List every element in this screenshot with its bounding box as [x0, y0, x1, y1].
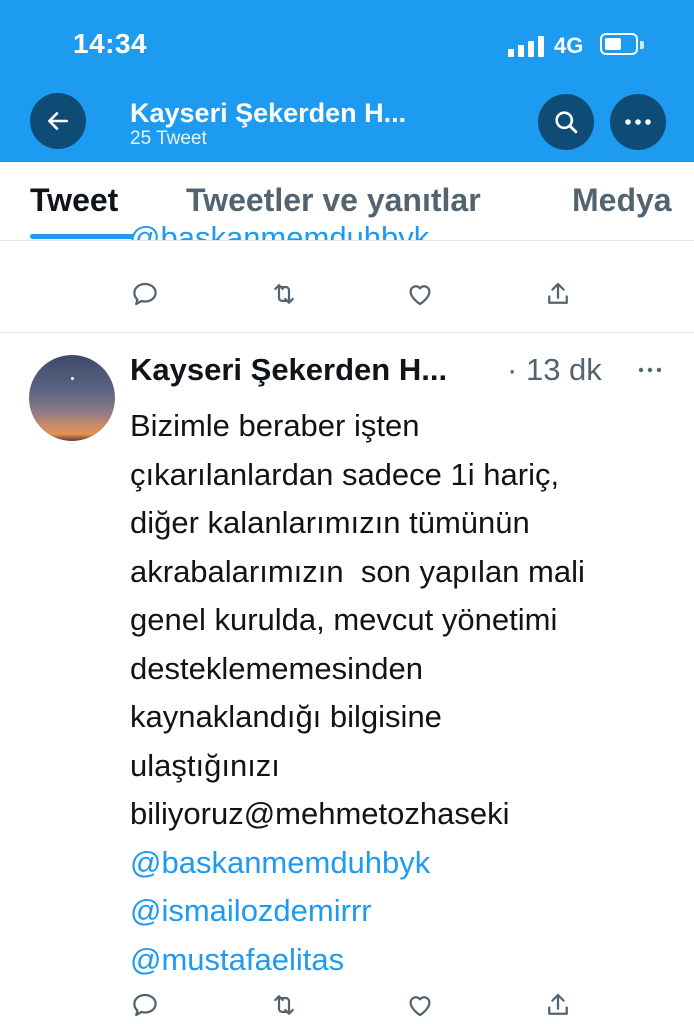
- tweet-timestamp: · 13 dk: [507, 352, 602, 387]
- tweet-text-line: biliyoruz@mehmetozhaseki: [130, 796, 510, 831]
- like-icon[interactable]: [405, 279, 435, 309]
- mention-link[interactable]: @mustafaelitas: [130, 936, 680, 985]
- tweet-text-line: kaynaklandığı bilgisine: [130, 699, 442, 734]
- tweet-text-line: çıkarılanlardan sadece 1i hariç,: [130, 456, 560, 492]
- active-tab-indicator: [30, 234, 134, 239]
- back-arrow-icon: [48, 112, 68, 130]
- profile-name: Kayseri Şekerden H...: [130, 98, 407, 128]
- tab-tweets[interactable]: Tweet: [30, 182, 118, 219]
- mention-link[interactable]: @baskanmemduhbyk: [130, 839, 680, 888]
- search-button[interactable]: [538, 94, 594, 150]
- mention-link[interactable]: @ismailozdemirrr: [130, 887, 680, 936]
- status-time: 14:34: [73, 28, 148, 59]
- more-options-button[interactable]: [610, 94, 666, 150]
- tweet-actions: [130, 990, 580, 1020]
- more-icon: [625, 119, 651, 125]
- tweet-text-line: akrabalarımızın son yapılan mali: [130, 553, 585, 589]
- tweet-text-line: diğer kalanlarımızın tümünün: [130, 505, 530, 540]
- network-type: 4G: [554, 33, 584, 58]
- tweet-more-icon[interactable]: [636, 364, 664, 376]
- avatar[interactable]: [29, 355, 115, 441]
- search-icon: [555, 111, 578, 134]
- like-icon[interactable]: [405, 990, 435, 1020]
- profile-header: Kayseri Şekerden H... 25 Tweet: [0, 80, 694, 162]
- back-button[interactable]: [30, 93, 86, 149]
- reply-icon[interactable]: [130, 279, 160, 309]
- signal-icon: [508, 35, 544, 57]
- tweet-count: 25 Tweet: [130, 128, 207, 149]
- tweet-text-line: desteklememesinden: [130, 650, 423, 686]
- previous-tweet-actions: [130, 279, 580, 309]
- tweet-author-name[interactable]: Kayseri Şekerden H...: [130, 352, 447, 388]
- previous-tweet-mention[interactable]: @baskanmemduhbyk: [129, 212, 629, 240]
- battery-icon: [600, 33, 644, 55]
- tweet-text-line: genel kurulda, mevcut yönetimi: [130, 602, 558, 637]
- share-icon[interactable]: [543, 279, 573, 309]
- retweet-icon[interactable]: [269, 990, 299, 1020]
- share-icon[interactable]: [543, 990, 573, 1020]
- status-bar: 14:34 4G: [0, 0, 694, 80]
- tweet-text: Bizimle beraber işten çıkarılanlardan sa…: [130, 402, 680, 984]
- tweet-text-line: Bizimle beraber işten: [130, 408, 420, 443]
- retweet-icon[interactable]: [269, 279, 299, 309]
- reply-icon[interactable]: [130, 990, 160, 1020]
- tweet-divider: [0, 332, 694, 333]
- tweet-text-line: ulaştığınızı: [130, 747, 280, 783]
